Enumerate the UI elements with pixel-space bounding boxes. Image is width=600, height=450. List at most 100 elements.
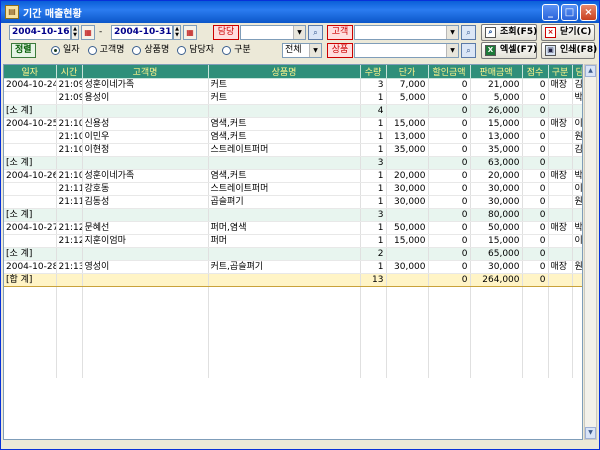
staff-select[interactable]: ▼ <box>240 25 306 40</box>
sort-option[interactable]: 상품명 <box>132 44 169 57</box>
table-cell: 20,000 <box>386 169 429 183</box>
date-to-field[interactable]: 2004-10-31 <box>111 25 173 40</box>
column-header[interactable]: 점수 <box>522 65 549 79</box>
subtotal-row[interactable]: [소 계] 3 0 63,000 0 <box>4 156 582 170</box>
column-header[interactable]: 수량 <box>360 65 387 79</box>
customer-search-icon[interactable]: ⌕ <box>461 25 476 40</box>
product-search-icon[interactable]: ⌕ <box>461 43 476 58</box>
search-button[interactable]: ⌕ 조회(F5) <box>481 24 537 41</box>
table-cell: 21:09 <box>56 91 83 105</box>
empty-cell <box>208 325 361 339</box>
total-row[interactable]: [합 계] 13 0 264,000 0 <box>4 273 582 287</box>
subtotal-row[interactable]: [소 계] 4 0 26,000 0 <box>4 104 582 118</box>
empty-cell <box>470 312 523 326</box>
empty-cell <box>572 351 582 365</box>
table-row[interactable]: 2004-10-26 21:10 성훈이네가족 염색,커트 1 20,000 0 20,000… <box>4 169 582 183</box>
table-cell <box>56 247 83 261</box>
sort-option[interactable]: 담당자 <box>177 44 214 57</box>
excel-button[interactable]: X 엑셀(F7) <box>481 42 537 59</box>
title-bar: ▤ 기간 매출현황 _ □ × <box>1 1 599 23</box>
product-select[interactable]: ▼ <box>354 43 459 58</box>
vertical-scrollbar[interactable]: ▲ ▼ <box>584 64 597 440</box>
table-cell: 0 <box>522 195 549 209</box>
column-header[interactable]: 시간 <box>56 65 83 79</box>
scroll-down-icon[interactable]: ▼ <box>585 427 596 439</box>
empty-cell <box>470 338 523 352</box>
table-cell: 신용성 <box>82 117 209 131</box>
empty-cell <box>572 312 582 326</box>
table-cell <box>548 156 573 170</box>
table-cell: 2004-10-24 <box>4 78 57 92</box>
radio-dot-icon <box>87 46 97 55</box>
filter-toolbar: 2004-10-16 ▲ ▼ ▦ - 2004-10-31 ▲ ▼ ▦ 담당 ▼ ⌕… <box>3 24 597 63</box>
sort-option-label: 일자 <box>63 45 80 55</box>
table-cell <box>56 104 83 118</box>
column-header[interactable]: 담당자 <box>572 65 582 79</box>
radio-dot-icon <box>132 46 142 55</box>
sort-option[interactable]: 고객명 <box>87 44 125 57</box>
table-row[interactable]: 2004-10-28 21:13 영성이 커트,곱슬펴기 1 30,000 0 30,000 0… <box>4 260 582 274</box>
table-row[interactable]: 21:09용성이커트15,00005,0000박선생 <box>4 91 582 105</box>
table-cell: 0 <box>522 91 549 105</box>
table-cell: 0 <box>522 234 549 248</box>
table-cell: 강호동 <box>82 182 209 196</box>
empty-cell <box>572 286 582 300</box>
column-header[interactable]: 상품명 <box>208 65 361 79</box>
table-cell: 이선생 <box>572 117 582 131</box>
table-cell: 0 <box>522 208 549 222</box>
column-header[interactable]: 판매금액 <box>470 65 523 79</box>
table-row[interactable]: 21:11김동성곱슬펴기130,000030,0000원장님 <box>4 195 582 209</box>
column-header[interactable]: 할인금액 <box>428 65 471 79</box>
date-to-spinner[interactable]: ▲ ▼ <box>173 25 181 40</box>
table-cell: 성훈이네가족 <box>82 78 209 92</box>
empty-cell <box>428 286 471 300</box>
table-cell: 염색,커트 <box>208 169 361 183</box>
close-window-button[interactable]: × <box>580 3 597 21</box>
date-from-spinner[interactable]: ▲ ▼ <box>71 25 79 40</box>
category-select[interactable]: 전체 ▼ <box>282 43 322 58</box>
table-row[interactable]: 21:10이민우염색,커트113,000013,0000원장님 <box>4 130 582 144</box>
table-cell: 65,000 <box>470 247 523 261</box>
sort-option[interactable]: 일자 <box>51 44 80 57</box>
table-cell: 15,000 <box>470 234 523 248</box>
maximize-button[interactable]: □ <box>561 3 578 21</box>
radio-dot-icon <box>51 46 60 55</box>
sales-grid[interactable]: 일자시간고객명상품명수량단가할인금액판매금액점수구분담당자 2004-10-24… <box>3 64 583 440</box>
sort-option[interactable]: 구분 <box>222 44 251 57</box>
table-cell <box>208 247 361 261</box>
print-button[interactable]: ▣ 인쇄(F8) <box>541 42 597 59</box>
table-cell <box>82 273 209 287</box>
table-row[interactable]: 21:12지훈이엄마퍼머115,000015,0000이선생 <box>4 234 582 248</box>
staff-search-icon[interactable]: ⌕ <box>308 25 323 40</box>
table-cell <box>548 91 573 105</box>
table-cell: 매장 <box>548 117 573 131</box>
column-header[interactable]: 단가 <box>386 65 429 79</box>
staff-label: 담당 <box>213 25 239 40</box>
column-header[interactable]: 일자 <box>4 65 57 79</box>
sort-button[interactable]: 정렬 <box>11 43 36 58</box>
table-row[interactable]: 2004-10-24 21:09 성훈이네가족 커트 3 7,000 0 21,000 0 매장 김… <box>4 78 582 92</box>
column-header[interactable]: 구분 <box>548 65 573 79</box>
subtotal-row[interactable]: [소 계] 2 0 65,000 0 <box>4 247 582 261</box>
subtotal-row[interactable]: [소 계] 3 0 80,000 0 <box>4 208 582 222</box>
date-to-calendar-icon[interactable]: ▦ <box>183 25 197 40</box>
minimize-button[interactable]: _ <box>542 3 559 21</box>
empty-cell <box>572 364 582 378</box>
table-cell: 0 <box>522 247 549 261</box>
table-row[interactable]: 2004-10-25 21:10 신용성 염색,커트 1 15,000 0 15,000 0 매장… <box>4 117 582 131</box>
empty-cell <box>208 299 361 313</box>
table-row[interactable]: 2004-10-27 21:12 문혜선 퍼머,염색 1 50,000 0 50,000 0 매장… <box>4 221 582 235</box>
column-header[interactable]: 고객명 <box>82 65 209 79</box>
sort-option-label: 고객명 <box>99 45 125 55</box>
close-button[interactable]: × 닫기(C) <box>541 24 595 41</box>
date-from-field[interactable]: 2004-10-16 <box>9 25 71 40</box>
table-row[interactable]: 21:10이현정스트레이트퍼머135,000035,0000김선생 <box>4 143 582 157</box>
table-row[interactable]: 21:11강호동스트레이트퍼머130,000030,0000이선생 <box>4 182 582 196</box>
empty-cell <box>4 364 57 378</box>
customer-select[interactable]: ▼ <box>354 25 459 40</box>
table-cell <box>82 247 209 261</box>
date-from-calendar-icon[interactable]: ▦ <box>81 25 95 40</box>
scroll-up-icon[interactable]: ▲ <box>585 65 596 77</box>
empty-cell <box>428 312 471 326</box>
table-cell: 0 <box>428 195 471 209</box>
